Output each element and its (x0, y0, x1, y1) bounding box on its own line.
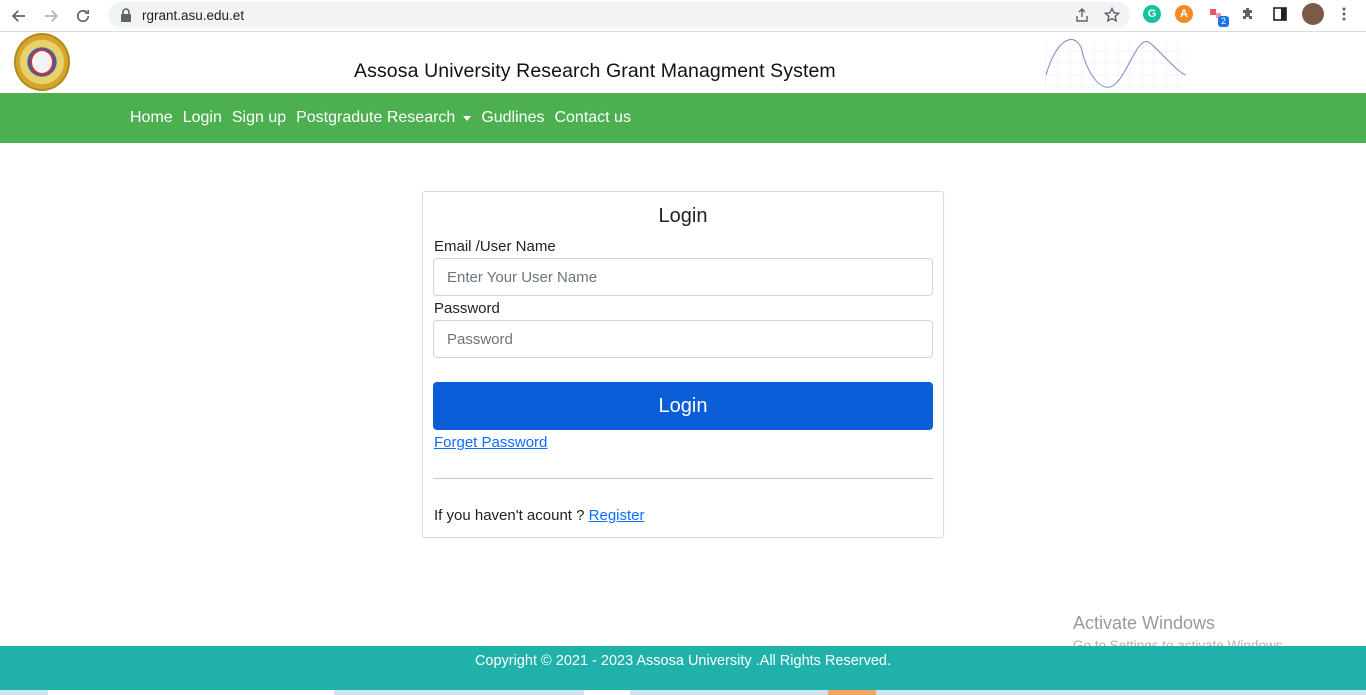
address-bar[interactable]: rgrant.asu.edu.et (108, 2, 1130, 28)
page-title: Assosa University Research Grant Managme… (354, 60, 836, 82)
back-button[interactable] (6, 3, 32, 29)
main-navbar: Home Login Sign up Postgradute Research … (0, 93, 1366, 143)
password-input[interactable] (433, 320, 933, 358)
reload-button[interactable] (70, 3, 96, 29)
reload-icon (76, 9, 90, 22)
arrow-right-icon (45, 9, 59, 22)
divider (433, 478, 933, 479)
copyright-text: Copyright © 2021 - 2023 Assosa Universit… (474, 653, 892, 669)
profile-avatar[interactable] (1302, 3, 1324, 25)
extensions-icon[interactable] (1239, 5, 1257, 23)
nav-contact-us[interactable]: Contact us (554, 109, 630, 127)
nav-guidelines[interactable]: Gudlines (481, 109, 544, 127)
arrow-left-icon (11, 9, 25, 22)
register-prompt: If you haven't acount ? Register (434, 507, 645, 524)
site-footer: Copyright © 2021 - 2023 Assosa Universit… (0, 646, 1366, 690)
register-prompt-text: If you haven't acount ? (434, 507, 585, 524)
forget-password-link[interactable]: Forget Password (434, 434, 547, 451)
username-input[interactable] (433, 258, 933, 296)
taskbar-strip (0, 690, 1366, 695)
star-icon[interactable] (1104, 7, 1120, 23)
kebab-menu-icon[interactable] (1335, 5, 1353, 23)
nav-postgraduate-research-dropdown[interactable]: Postgradute Research (296, 109, 472, 127)
nav-postgraduate-research-label: Postgradute Research (296, 109, 456, 126)
orange-extension-icon[interactable]: A (1175, 5, 1193, 23)
username-label: Email /User Name (434, 238, 556, 255)
login-card: Login Email /User Name Password Login Fo… (422, 191, 944, 538)
sine-wave-graphic (1045, 39, 1187, 91)
extension-badge: 2 (1218, 16, 1230, 27)
login-button[interactable]: Login (433, 382, 933, 430)
lock-icon (121, 8, 131, 22)
login-title: Login (658, 205, 708, 227)
nav-home[interactable]: Home (130, 109, 173, 127)
site-header: Assosa University Research Grant Managme… (0, 33, 1366, 93)
nav-sign-up[interactable]: Sign up (232, 109, 286, 127)
grammarly-extension-icon[interactable]: G (1143, 5, 1161, 23)
register-link[interactable]: Register (589, 507, 645, 524)
caret-down-icon (463, 115, 472, 121)
university-logo (14, 33, 70, 91)
forward-button[interactable] (38, 3, 64, 29)
nav-login[interactable]: Login (183, 109, 222, 127)
share-icon[interactable] (1074, 7, 1090, 23)
url-text: rgrant.asu.edu.et (142, 7, 245, 23)
password-label: Password (434, 300, 500, 317)
watermark-title: Activate Windows (1073, 613, 1216, 633)
side-panel-icon[interactable] (1271, 5, 1289, 23)
browser-toolbar: rgrant.asu.edu.et G A 2 (0, 0, 1366, 32)
